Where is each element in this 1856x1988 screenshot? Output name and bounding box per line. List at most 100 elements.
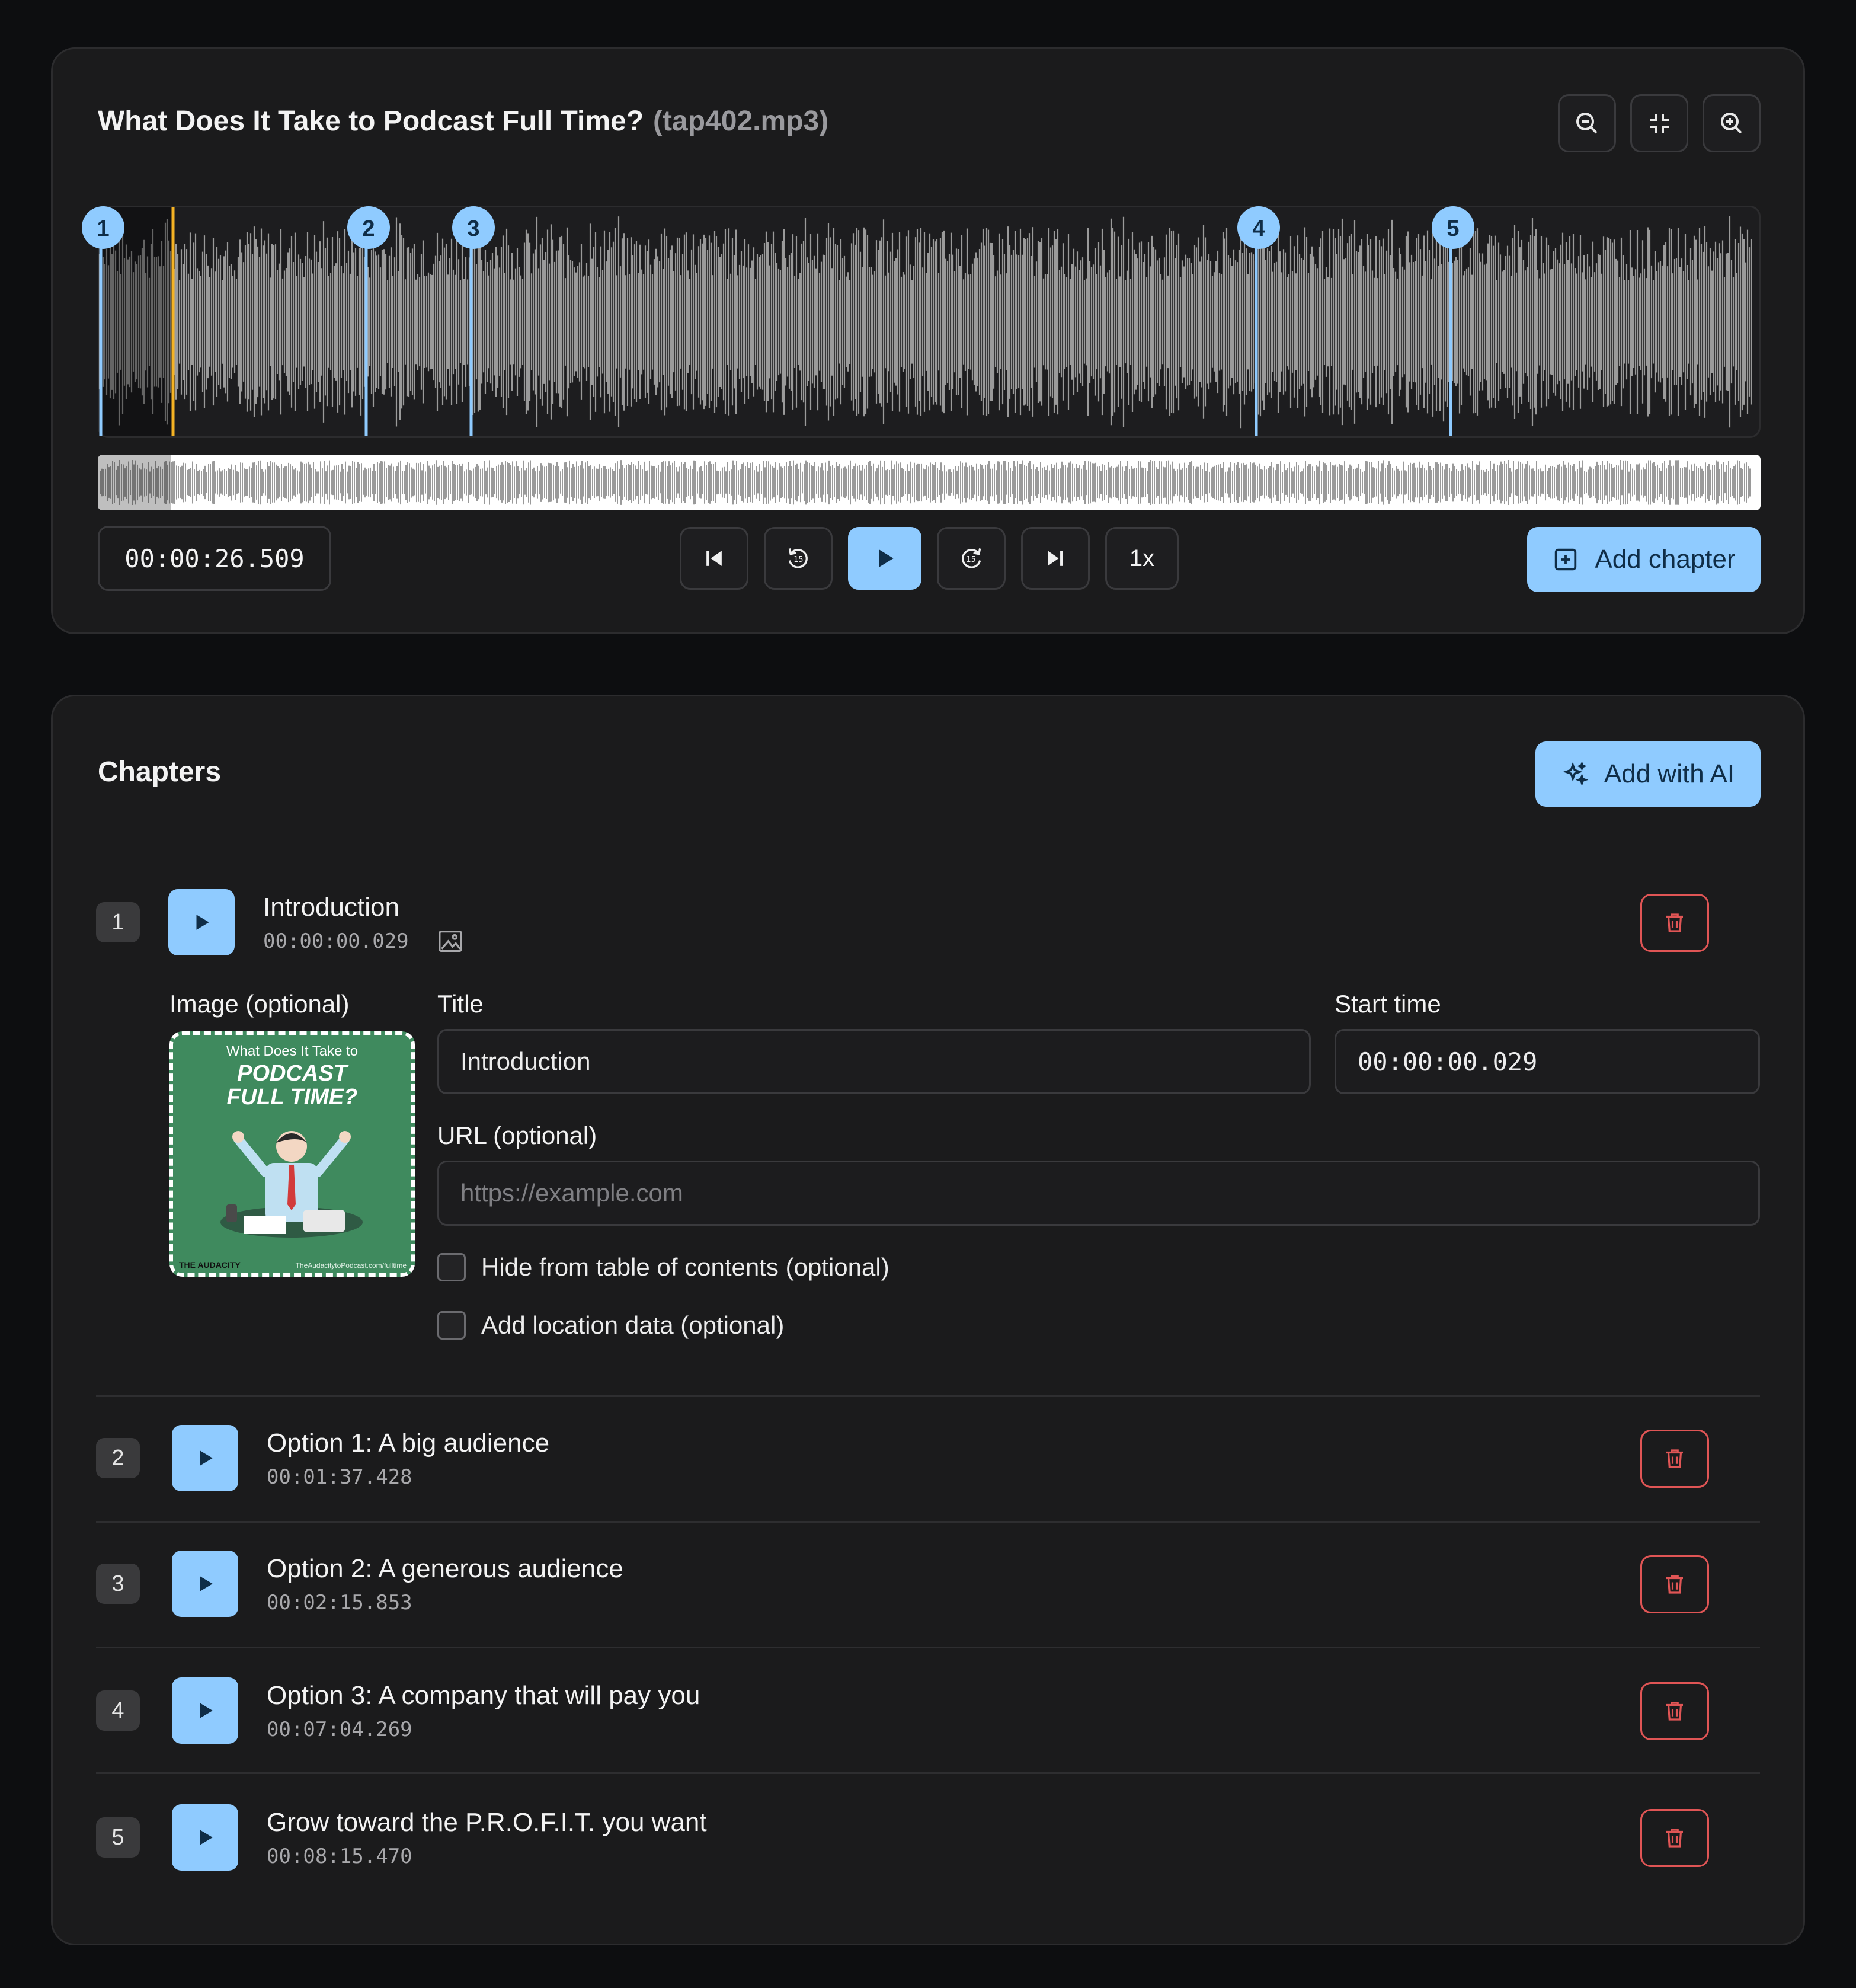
forward-15-button[interactable]: 15 [937,527,1006,590]
chapter-title: Option 1: A big audience [267,1428,550,1458]
chapter-play-button[interactable] [172,1551,238,1617]
trash-icon [1666,913,1683,932]
chapter-number-badge: 2 [96,1438,140,1478]
chapter-marker-label: 2 [362,216,375,241]
chapter-number-badge: 4 [96,1690,140,1731]
delete-chapter-button[interactable] [1640,1809,1709,1867]
row-divider [96,1772,1760,1774]
zoom-in-button[interactable] [1703,94,1761,152]
trash-icon [1666,1829,1683,1848]
playback-speed-button[interactable]: 1x [1105,527,1179,590]
trash-icon [1666,1575,1683,1594]
trash-icon [1666,1449,1683,1468]
episode-title-text: What Does It Take to Podcast Full Time? [98,106,644,137]
play-icon [200,1576,213,1591]
chapters-card: Chapters Add with AI [51,695,1805,1945]
chapter-image-dropzone[interactable]: What Does It Take to PODCAST FULL TIME? … [169,1031,415,1277]
chapter-title: Grow toward the P.R.O.F.I.T. you want [267,1808,707,1837]
fit-view-button[interactable] [1630,94,1688,152]
row-divider [96,1395,1760,1397]
start-time-input[interactable]: 00:00:00.029 [1335,1029,1760,1094]
add-chapter-button[interactable]: Add chapter [1527,527,1761,592]
add-chapter-label: Add chapter [1595,545,1736,574]
current-time-display: 00:00:26.509 [98,526,331,591]
zoom-in-icon [1721,113,1742,134]
delete-chapter-button[interactable] [1640,1682,1709,1740]
location-data-checkbox[interactable] [437,1311,466,1340]
waveform-path [98,215,1752,429]
skip-to-end-button[interactable] [1021,527,1090,590]
chapter-marker-label: 1 [97,216,109,241]
player-card: What Does It Take to Podcast Full Time? (… [51,47,1805,634]
chapter-play-button[interactable] [172,1425,238,1491]
play-button[interactable] [848,527,921,590]
hide-toc-checkbox[interactable] [437,1253,466,1281]
overview-waveform [98,455,1751,510]
chapter-time: 00:07:04.269 [267,1718,412,1741]
play-icon [196,915,209,930]
overview-scrollbar[interactable] [98,455,1761,510]
cover-line3: FULL TIME? [226,1085,358,1110]
play-icon [200,1450,213,1466]
chapter-title: Option 3: A company that will pay you [267,1681,700,1710]
location-data-label: Add location data (optional) [481,1311,785,1339]
chapter-title: Option 2: A generous audience [267,1554,623,1583]
waveform-svg: 1 2 3 4 5 [82,206,1752,436]
chapter-number-badge: 1 [96,902,140,942]
rewind-15-icon: 15 [788,548,808,568]
title-input[interactable]: Introduction [437,1029,1311,1094]
svg-text:15: 15 [793,555,803,564]
episode-filename: (tap402.mp3) [653,106,829,137]
skip-back-icon [706,551,722,566]
url-input[interactable]: https://example.com [437,1161,1760,1226]
chapter-marker-label: 4 [1252,216,1265,241]
zoom-out-icon [1576,113,1598,134]
add-with-ai-label: Add with AI [1604,759,1735,788]
zoom-out-button[interactable] [1558,94,1616,152]
chapter-play-button[interactable] [172,1804,238,1871]
skip-to-start-button[interactable] [680,527,748,590]
chapter-time: 00:00:00.029 [263,929,409,953]
image-label: Image (optional) [169,990,350,1018]
chapter-title: Introduction [263,893,399,922]
cover-line1: What Does It Take to [226,1043,359,1059]
episode-title: What Does It Take to Podcast Full Time? (… [98,105,828,138]
chapter-marker-label: 5 [1447,216,1459,241]
play-icon [200,1703,213,1718]
title-label: Title [437,990,484,1018]
add-square-icon [1555,548,1577,571]
overview-path [100,460,1751,505]
chapter-time: 00:02:15.853 [267,1591,412,1615]
waveform-display[interactable]: 1 2 3 4 5 [82,206,1761,438]
row-divider [96,1647,1760,1648]
delete-chapter-button[interactable] [1640,894,1709,952]
chapter-play-button[interactable] [172,1677,238,1744]
start-time-label: Start time [1335,990,1441,1018]
play-icon [879,549,894,567]
cover-line2: PODCAST [237,1061,347,1086]
chapter-play-button[interactable] [168,889,235,955]
trash-icon [1666,1702,1683,1721]
cover-illustration [220,1131,363,1238]
image-icon [439,931,462,952]
cover-brand: THE AUDACITY [179,1260,241,1270]
delete-chapter-button[interactable] [1640,1430,1709,1488]
sparkles-icon [1563,761,1589,787]
chapter-number-badge: 3 [96,1564,140,1604]
play-icon [200,1830,213,1845]
hide-toc-label: Hide from table of contents (optional) [481,1253,889,1281]
overview-viewport[interactable] [98,455,171,510]
chapter-marker-label: 3 [467,216,479,241]
chapters-heading: Chapters [98,756,222,788]
delete-chapter-button[interactable] [1640,1555,1709,1613]
url-label: URL (optional) [437,1121,597,1149]
cover-url: TheAudacitytoPodcast.com/fulltime [295,1261,407,1270]
forward-15-icon: 15 [962,548,981,568]
add-with-ai-button[interactable]: Add with AI [1535,741,1761,807]
chapter-time: 00:08:15.470 [267,1845,412,1868]
chapter-time: 00:01:37.428 [267,1465,412,1489]
collapse-icon [1650,114,1669,133]
row-divider [96,1521,1760,1523]
rewind-15-button[interactable]: 15 [764,527,833,590]
skip-forward-icon [1048,551,1063,566]
